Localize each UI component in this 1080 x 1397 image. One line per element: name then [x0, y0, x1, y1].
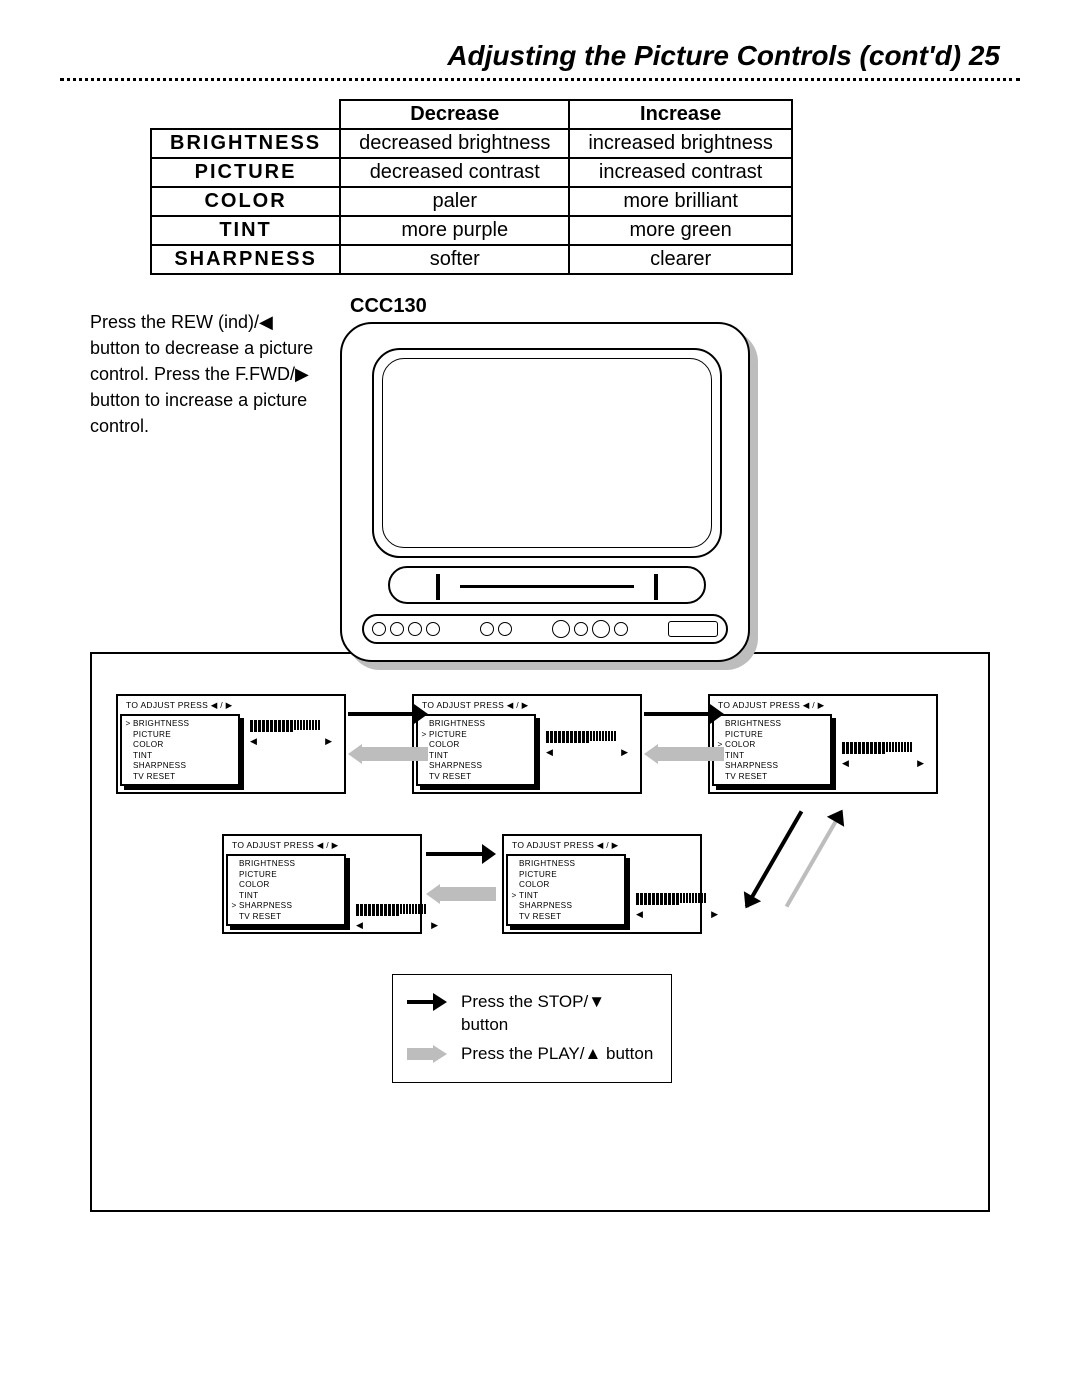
controls-table: Decrease Increase BRIGHTNESS decreased b… [150, 99, 793, 275]
col-decrease: Decrease [340, 100, 569, 129]
osd-flow-diagram: TO ADJUST PRESS ◀ / ▶>BRIGHTNESSPICTUREC… [90, 652, 990, 1212]
table-row: SHARPNESS softer clearer [151, 245, 792, 274]
col-increase: Increase [569, 100, 792, 129]
tv-illustration [340, 322, 750, 682]
instruction-text: Press the REW (ind)/◀ button to decrease… [90, 295, 320, 439]
osd-screen: TO ADJUST PRESS ◀ / ▶BRIGHTNESSPICTURECO… [502, 834, 702, 934]
table-row: BRIGHTNESS decreased brightness increase… [151, 129, 792, 158]
legend-stop: Press the STOP/▼ button [461, 991, 657, 1037]
page-title: Adjusting the Picture Controls (cont'd) … [60, 40, 1020, 72]
tv-front-panel [362, 614, 728, 644]
stop-arrow-icon [407, 993, 451, 1011]
osd-screen: TO ADJUST PRESS ◀ / ▶BRIGHTNESS>PICTUREC… [412, 694, 642, 794]
osd-screen: TO ADJUST PRESS ◀ / ▶>BRIGHTNESSPICTUREC… [116, 694, 346, 794]
divider [60, 78, 1020, 81]
model-label: CCC130 [350, 295, 750, 318]
legend-play: Press the PLAY/▲ button [461, 1043, 653, 1066]
arrow-up-icon [785, 810, 843, 907]
play-arrow-icon [407, 1045, 451, 1063]
arrow-down-icon [745, 810, 803, 907]
osd-screen: TO ADJUST PRESS ◀ / ▶BRIGHTNESSPICTURE>C… [708, 694, 938, 794]
table-row: TINT more purple more green [151, 216, 792, 245]
osd-screen: TO ADJUST PRESS ◀ / ▶BRIGHTNESSPICTURECO… [222, 834, 422, 934]
table-row: PICTURE decreased contrast increased con… [151, 158, 792, 187]
table-row: COLOR paler more brilliant [151, 187, 792, 216]
legend-box: Press the STOP/▼ button Press the PLAY/▲… [392, 974, 672, 1083]
